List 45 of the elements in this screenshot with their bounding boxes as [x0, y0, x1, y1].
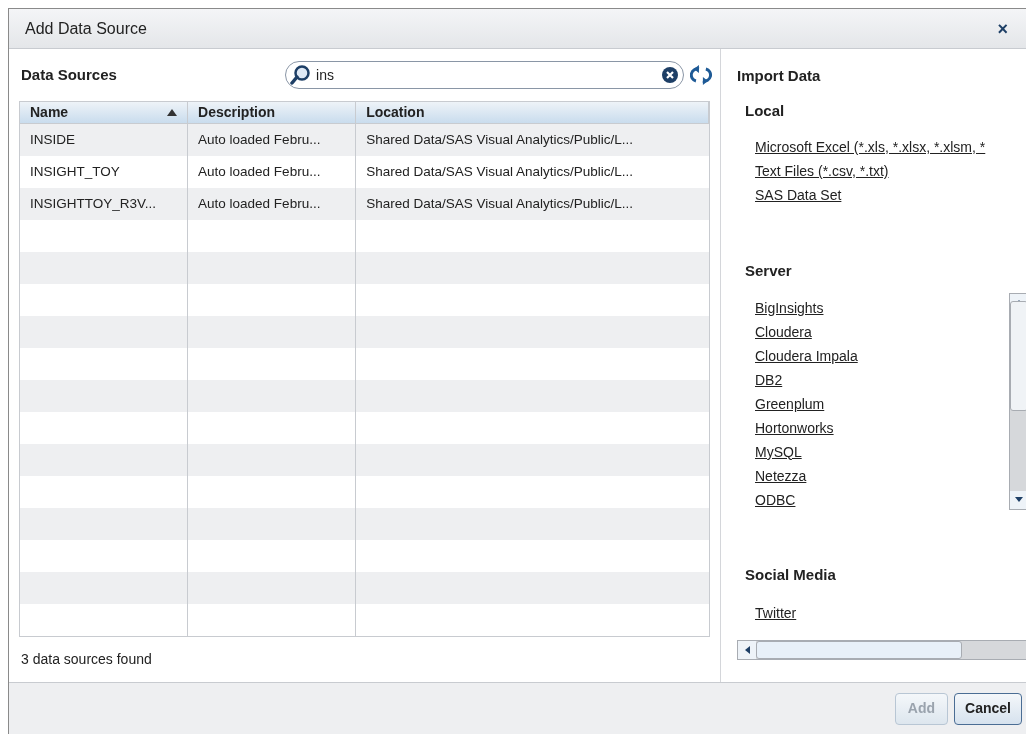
refresh-icon[interactable] — [690, 65, 712, 85]
import-link[interactable]: ODBC — [755, 488, 1009, 510]
group-heading: Local — [745, 100, 786, 121]
cancel-button[interactable]: Cancel — [954, 692, 1022, 725]
scrollbar-thumb[interactable] — [756, 641, 962, 659]
import-link[interactable]: Text Files (*.csv, *.txt) — [755, 160, 1026, 182]
import-link[interactable]: MySQL — [755, 440, 1009, 463]
column-header[interactable]: Description — [188, 102, 357, 123]
import-link[interactable]: Hortonworks — [755, 416, 1009, 439]
close-button[interactable]: × — [997, 19, 1010, 38]
table-cell-text: Auto loaded Febru... — [198, 130, 321, 149]
table-cell-text: Shared Data/SAS Visual Analytics/Public/L... — [366, 194, 634, 213]
import-link[interactable]: BigInsights — [755, 296, 1009, 319]
scroll-left-icon[interactable] — [744, 646, 750, 654]
clear-icon[interactable] — [661, 66, 680, 84]
import-link[interactable]: SAS Data Set — [755, 184, 1026, 206]
scrollbar-thumb[interactable] — [1010, 301, 1026, 411]
import-link[interactable]: Twitter — [755, 602, 1026, 624]
horizontal-scrollbar[interactable] — [737, 640, 1026, 660]
import-link[interactable]: Cloudera — [755, 320, 1009, 343]
vertical-scrollbar[interactable] — [1009, 292, 1026, 510]
window-title: Add Data Source — [25, 18, 147, 39]
column-header[interactable]: Location — [356, 102, 709, 123]
table-cell-text: INSIGHT_TOY — [30, 162, 120, 181]
section-heading: Data Sources — [21, 64, 118, 85]
search-field[interactable]: ins — [285, 61, 685, 89]
import-link[interactable]: Greenplum — [755, 392, 1009, 415]
status-text: 3 data sources found — [21, 649, 152, 669]
table-cell-text: Shared Data/SAS Visual Analytics/Public/L... — [366, 130, 634, 149]
table-cell-text: Auto loaded Febru... — [198, 194, 321, 213]
table-cell-text: Shared Data/SAS Visual Analytics/Public/L... — [366, 162, 634, 181]
table-cell-text: INSIGHTTOY_R3V... — [30, 194, 157, 213]
import-link[interactable]: Cloudera Impala — [755, 344, 1009, 367]
column-header[interactable]: Name — [20, 102, 189, 123]
scroll-down-icon[interactable] — [1015, 497, 1023, 502]
group-heading: Server — [745, 261, 793, 281]
search-input: ins — [316, 64, 662, 86]
table-cell-text: INSIDE — [30, 130, 75, 149]
group-heading: Social Media — [745, 564, 837, 585]
import-link[interactable]: DB2 — [755, 368, 1009, 391]
import-link[interactable]: Microsoft Excel (*.xls, *.xlsx, *.xlsm, * — [755, 136, 1026, 158]
search-icon — [290, 65, 313, 85]
section-heading: Import Data — [737, 66, 822, 86]
import-link[interactable]: Netezza — [755, 464, 1009, 487]
table-cell-text: Auto loaded Febru... — [198, 162, 321, 181]
